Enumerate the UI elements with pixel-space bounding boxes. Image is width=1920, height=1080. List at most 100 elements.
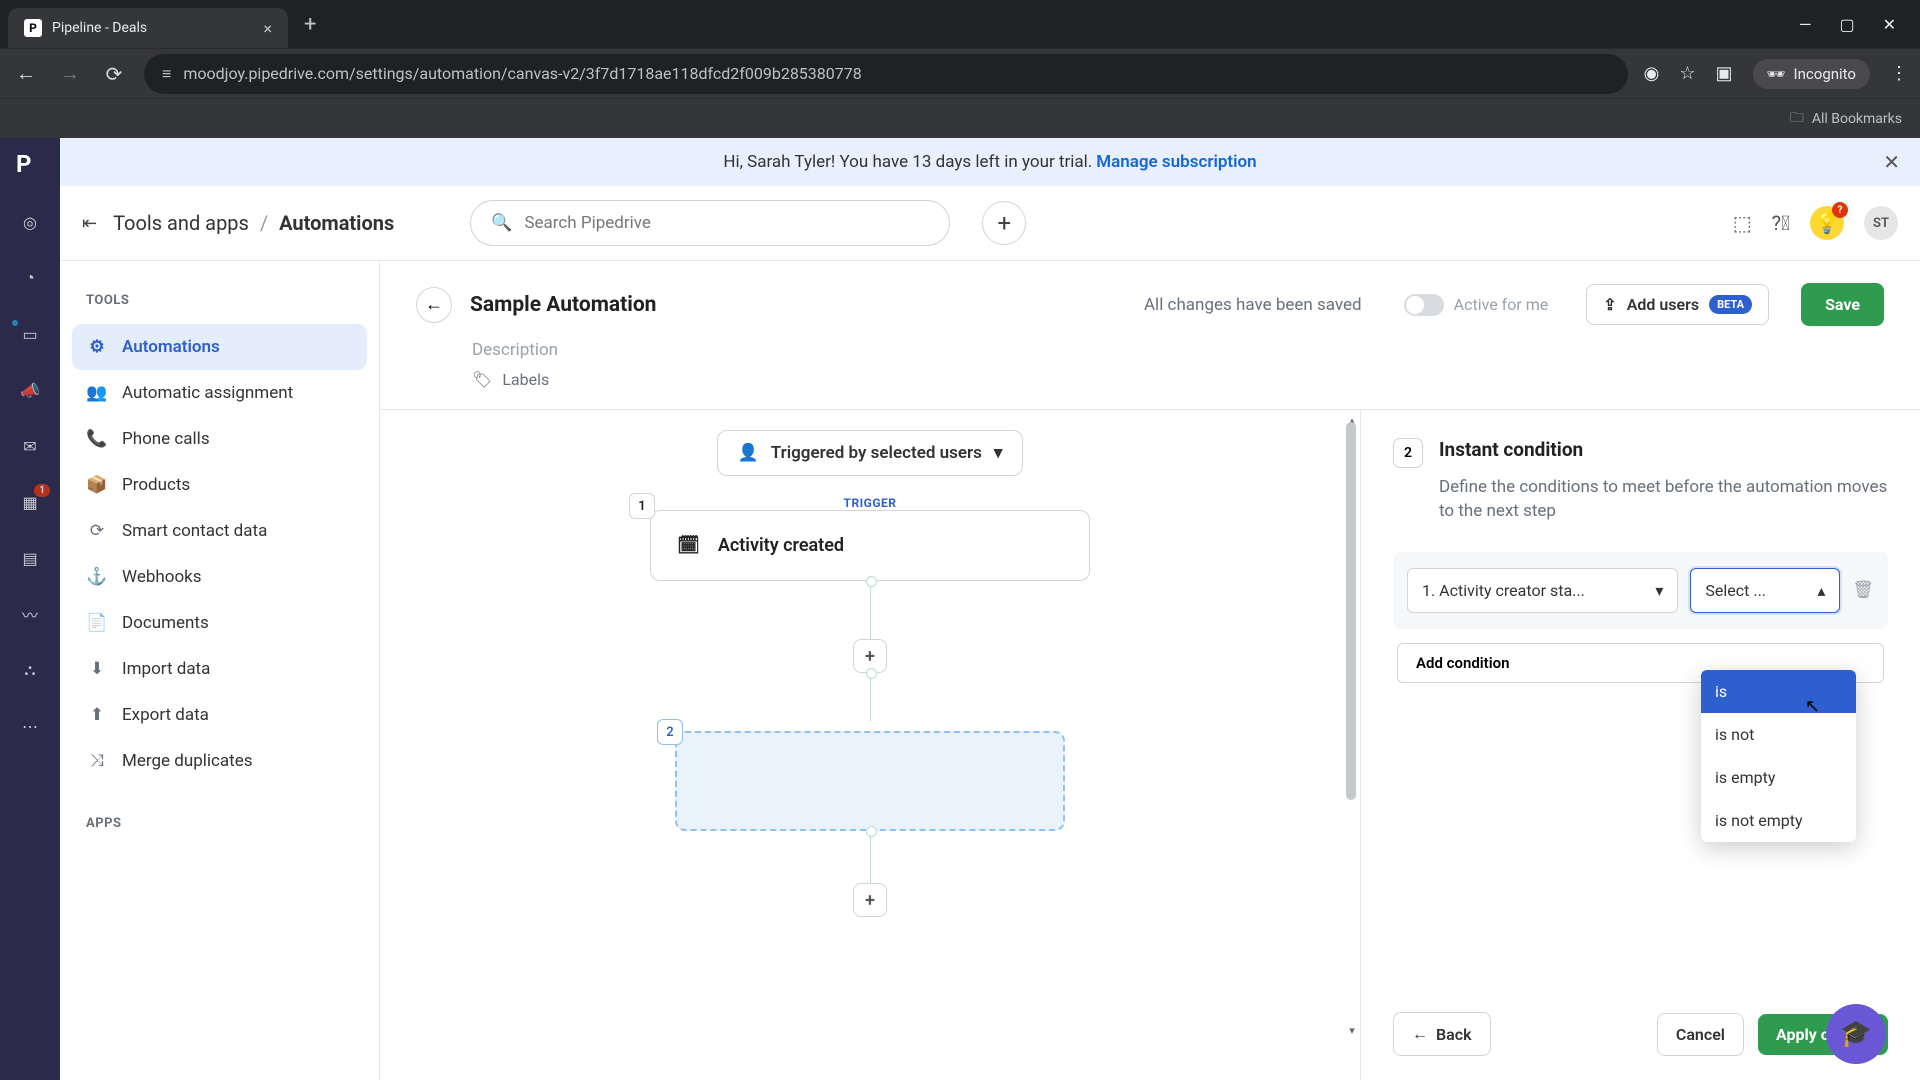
scrollbar-thumb[interactable] bbox=[1346, 422, 1356, 800]
panel-icon[interactable]: ▣ bbox=[1715, 63, 1732, 84]
tab-title: Pipeline - Deals bbox=[52, 20, 253, 36]
tag-icon: 🏷 bbox=[472, 370, 492, 389]
add-step-button[interactable]: + bbox=[853, 883, 887, 917]
url-input[interactable]: ≡ moodjoy.pipedrive.com/settings/automat… bbox=[144, 54, 1628, 94]
clipboard-icon[interactable]: ▭ bbox=[18, 322, 42, 346]
sidebar-item-import-data[interactable]: ⬇Import data bbox=[72, 646, 367, 692]
close-icon[interactable]: ✕ bbox=[1883, 150, 1900, 174]
help-fab[interactable]: 🎓 bbox=[1826, 1004, 1886, 1064]
sidebar-item-phone-calls[interactable]: 📞Phone calls bbox=[72, 416, 367, 462]
sidebar-item-webhooks[interactable]: ⚓Webhooks bbox=[72, 554, 367, 600]
content: Hi, Sarah Tyler! You have 13 days left i… bbox=[60, 138, 1920, 1080]
dropdown-option-is[interactable]: is bbox=[1701, 670, 1856, 713]
step-card-1[interactable]: 1 🗓 Activity created bbox=[650, 510, 1090, 581]
kebab-icon[interactable]: ⋮ bbox=[1890, 63, 1908, 84]
incognito-pill[interactable]: 🕶 Incognito bbox=[1753, 59, 1871, 89]
scrollbar[interactable]: ▴ ▾ bbox=[1346, 416, 1358, 1026]
more-icon[interactable]: ⋯ bbox=[18, 714, 42, 738]
step-number: 1 bbox=[629, 493, 655, 519]
panel-title: Instant condition bbox=[1439, 438, 1583, 461]
triggered-by-button[interactable]: 👤 Triggered by selected users ▾ bbox=[717, 430, 1024, 476]
clock-icon[interactable]: ◔ bbox=[18, 266, 42, 290]
whats-new-button[interactable]: 💡 ? bbox=[1810, 206, 1844, 240]
step-card-2-empty[interactable]: 2 bbox=[675, 731, 1065, 831]
back-button[interactable]: ← bbox=[416, 287, 452, 323]
cancel-button[interactable]: Cancel bbox=[1657, 1013, 1744, 1056]
dropdown-option-is-empty[interactable]: is empty bbox=[1701, 756, 1856, 799]
back-label: Back bbox=[1436, 1025, 1472, 1044]
marketplace-icon[interactable]: ⛬ bbox=[18, 658, 42, 682]
step-label: Activity created bbox=[718, 535, 844, 556]
product-icon: 📦 bbox=[86, 474, 108, 496]
dropdown-option-is-not-empty[interactable]: is not empty bbox=[1701, 799, 1856, 842]
quick-add-button[interactable]: + bbox=[982, 201, 1026, 245]
site-info-icon[interactable]: ≡ bbox=[162, 64, 171, 84]
insights-icon[interactable]: 〰 bbox=[18, 602, 42, 626]
mail-icon[interactable]: ✉ bbox=[18, 434, 42, 458]
contacts-icon[interactable]: ▤ bbox=[18, 546, 42, 570]
calendar-icon[interactable]: 1▦ bbox=[18, 490, 42, 514]
description-field[interactable]: Description bbox=[380, 336, 1920, 364]
avatar[interactable]: ST bbox=[1864, 206, 1898, 240]
dropdown-option-is-not[interactable]: is not bbox=[1701, 713, 1856, 756]
addr-right: ◉ ☆ ▣ 🕶 Incognito ⋮ bbox=[1644, 59, 1908, 89]
sidebar-item-label: Export data bbox=[122, 705, 209, 725]
sidebar-collapse-icon[interactable]: ⇤ bbox=[82, 213, 97, 234]
sidebar-item-automatic-assignment[interactable]: 👥Automatic assignment bbox=[72, 370, 367, 416]
search-input[interactable]: 🔍 Search Pipedrive bbox=[470, 200, 950, 246]
back-button[interactable]: ← Back bbox=[1393, 1012, 1491, 1056]
manage-subscription-link[interactable]: Manage subscription bbox=[1096, 152, 1256, 172]
save-button[interactable]: Save bbox=[1801, 283, 1884, 326]
close-icon[interactable]: × bbox=[263, 19, 272, 38]
bulb-badge: ? bbox=[1832, 202, 1848, 218]
help-icon[interactable]: ?⃝ bbox=[1772, 211, 1790, 235]
sidebar-item-automations[interactable]: ⚙Automations bbox=[72, 324, 367, 370]
connector bbox=[870, 831, 871, 883]
settings-sidebar: TOOLS ⚙Automations 👥Automatic assignment… bbox=[60, 261, 380, 1080]
canvas-row: 👤 Triggered by selected users ▾ TRIGGER … bbox=[380, 409, 1920, 1080]
browser-chrome: P Pipeline - Deals × + — ▢ ✕ ← → ⟳ ≡ moo… bbox=[0, 0, 1920, 138]
condition-panel: 2 Instant condition Define the condition… bbox=[1360, 410, 1920, 1080]
all-bookmarks-link[interactable]: All Bookmarks bbox=[1812, 111, 1902, 127]
target-icon[interactable]: ◎ bbox=[18, 210, 42, 234]
search-icon: 🔍 bbox=[491, 213, 512, 233]
star-icon[interactable]: ☆ bbox=[1679, 63, 1695, 84]
pipedrive-logo[interactable]: P bbox=[16, 150, 44, 178]
campaign-icon[interactable]: 📣 bbox=[18, 378, 42, 402]
tab-strip: P Pipeline - Deals × + — ▢ ✕ bbox=[0, 0, 1920, 48]
eye-off-icon[interactable]: ◉ bbox=[1644, 63, 1660, 84]
sidebar-item-products[interactable]: 📦Products bbox=[72, 462, 367, 508]
maximize-icon[interactable]: ▢ bbox=[1839, 15, 1854, 34]
sidebar-heading-tools: TOOLS bbox=[72, 285, 367, 316]
operator-dd-value: Select ... bbox=[1705, 581, 1766, 600]
close-window-icon[interactable]: ✕ bbox=[1883, 15, 1896, 34]
new-tab-button[interactable]: + bbox=[296, 8, 324, 41]
reload-icon[interactable]: ⟳ bbox=[100, 62, 128, 86]
merge-icon: ⤨ bbox=[86, 750, 108, 772]
sidebar-item-smart-contact-data[interactable]: ⟳Smart contact data bbox=[72, 508, 367, 554]
trigger-tag: TRIGGER bbox=[838, 496, 903, 510]
browser-tab[interactable]: P Pipeline - Deals × bbox=[8, 8, 288, 48]
sidebar-item-label: Documents bbox=[122, 613, 209, 633]
minimize-icon[interactable]: — bbox=[1799, 15, 1812, 34]
automation-title[interactable]: Sample Automation bbox=[470, 293, 656, 317]
operator-dropdown[interactable]: Select ... ▴ bbox=[1690, 568, 1840, 613]
breadcrumb-parent[interactable]: Tools and apps bbox=[113, 211, 249, 235]
trash-icon[interactable]: 🗑 bbox=[1852, 580, 1874, 600]
sidebar-item-documents[interactable]: 📄Documents bbox=[72, 600, 367, 646]
import-icon: ⬇ bbox=[86, 658, 108, 680]
back-icon[interactable]: ← bbox=[12, 61, 40, 86]
labels-field[interactable]: 🏷 Labels bbox=[380, 364, 1920, 409]
academy-icon: 🎓 bbox=[1840, 1019, 1872, 1049]
sidebar-item-merge-duplicates[interactable]: ⤨Merge duplicates bbox=[72, 738, 367, 784]
active-toggle[interactable] bbox=[1404, 294, 1444, 316]
assignment-icon: 👥 bbox=[86, 382, 108, 404]
add-users-button[interactable]: ⇪ Add users BETA bbox=[1586, 284, 1769, 325]
field-dropdown[interactable]: 1. Activity creator sta... ▾ bbox=[1407, 568, 1678, 613]
scroll-down-icon[interactable]: ▾ bbox=[1346, 1024, 1358, 1036]
sidebar-item-label: Automations bbox=[122, 337, 220, 357]
extensions-icon[interactable]: ⬚ bbox=[1733, 211, 1752, 235]
sidebar-item-export-data[interactable]: ⬆Export data bbox=[72, 692, 367, 738]
automation-canvas[interactable]: 👤 Triggered by selected users ▾ TRIGGER … bbox=[380, 410, 1360, 1080]
cursor-icon: ↖ bbox=[1805, 696, 1820, 717]
